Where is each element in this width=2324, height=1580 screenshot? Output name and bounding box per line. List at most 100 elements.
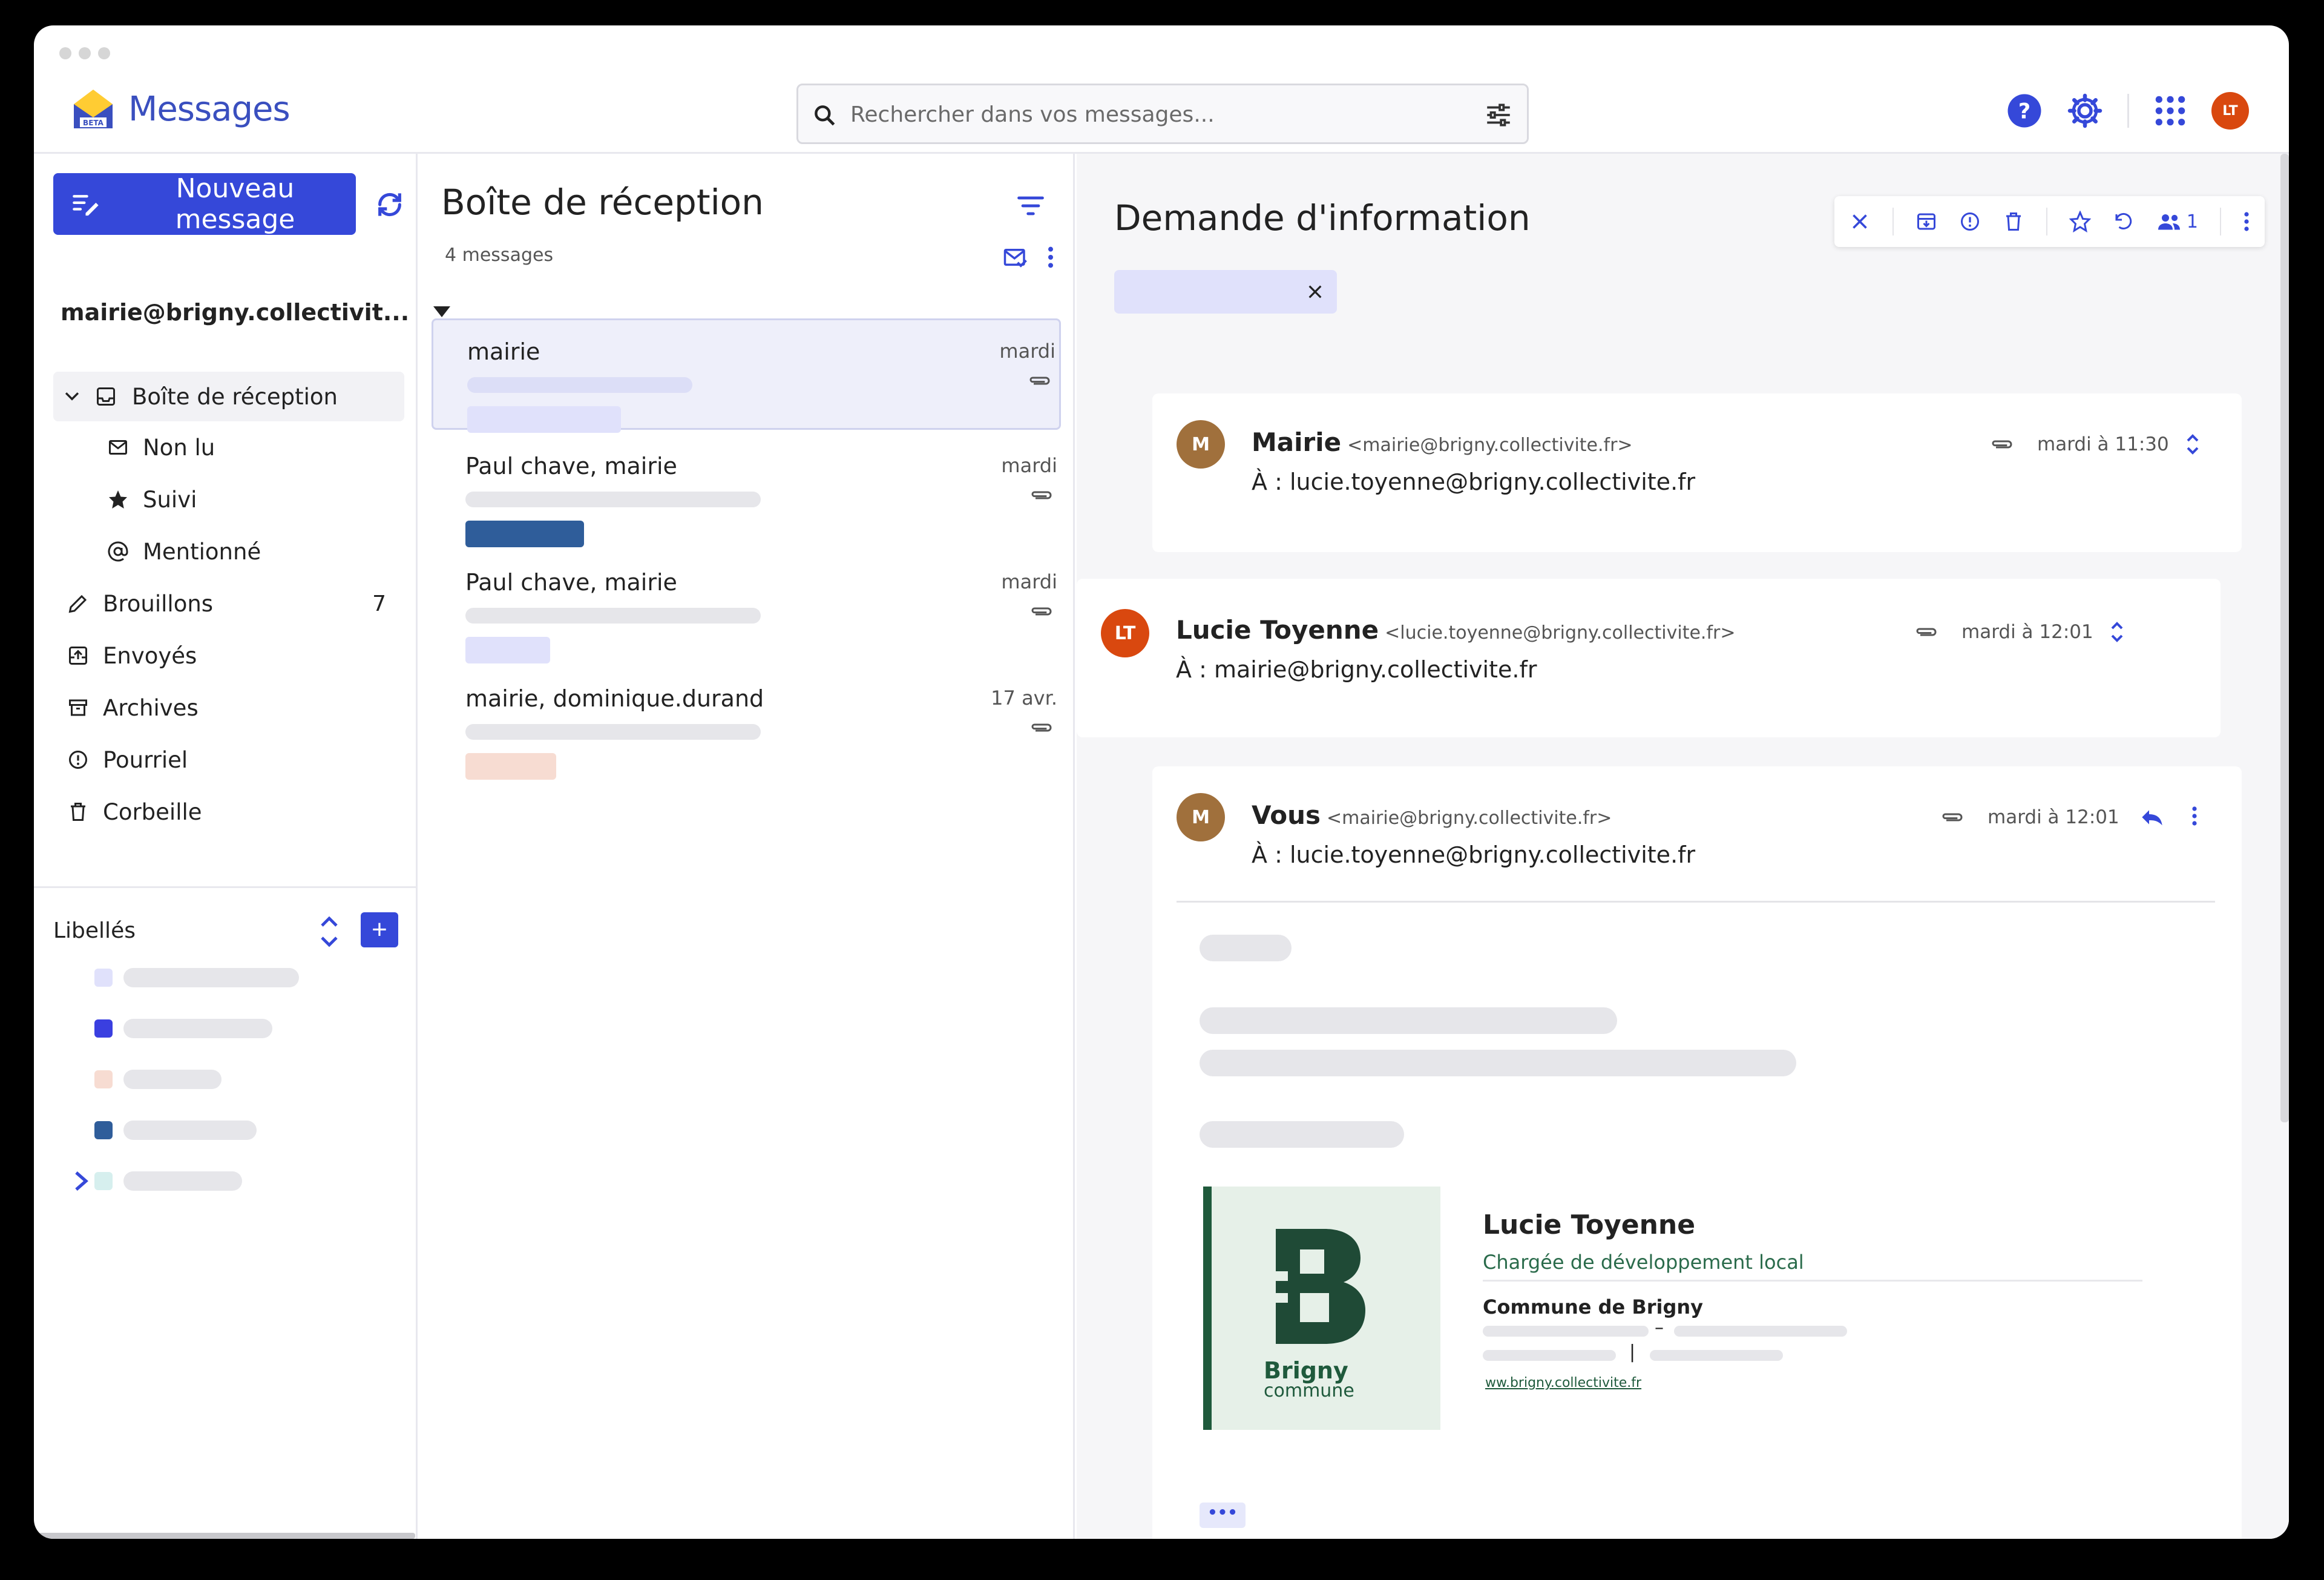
mark-read-icon[interactable]: [1003, 245, 1028, 270]
signature-org: Commune de Brigny: [1483, 1295, 1703, 1318]
app-window: BETA Messages ? LT Nouveau message mairi…: [34, 25, 2289, 1539]
divider: [1177, 901, 2215, 903]
sidebar-item-label: Non lu: [143, 434, 215, 461]
account-selector[interactable]: mairie@brigny.collectivit...: [61, 299, 451, 326]
more-vertical-icon[interactable]: [2243, 211, 2250, 232]
chevron-right-icon[interactable]: [70, 1169, 92, 1193]
thread-message-expanded: M Vous <mairie@brigny.collectivite.fr> À …: [1152, 766, 2242, 1539]
close-icon[interactable]: [1849, 211, 1871, 232]
help-icon[interactable]: ?: [2006, 93, 2043, 129]
archive-icon[interactable]: [1915, 211, 1937, 232]
sidebar-item-label: Corbeille: [103, 798, 202, 825]
thread-label-chip[interactable]: [1114, 270, 1337, 314]
expand-icon[interactable]: [2184, 431, 2202, 458]
sidebar-item-followed[interactable]: Suivi: [53, 473, 404, 525]
message-count: 4 messages: [445, 245, 554, 266]
signature-role: Chargée de développement local: [1483, 1251, 1804, 1274]
message-preview-placeholder: [465, 724, 761, 740]
header-actions: ? LT: [2006, 92, 2249, 130]
sidebar-item-mentioned[interactable]: Mentionné: [53, 525, 404, 578]
label-item[interactable]: [94, 967, 299, 989]
signature-separator: |: [1629, 1341, 1636, 1363]
thread-message-card[interactable]: LT Lucie Toyenne <lucie.toyenne@brigny.co…: [1077, 579, 2221, 737]
sidebar-item-archives[interactable]: Archives: [53, 682, 404, 734]
apps-grid-icon[interactable]: [2153, 94, 2187, 128]
trash-icon: [64, 801, 92, 823]
label-name-placeholder: [123, 968, 299, 987]
recipient-line: À : lucie.toyenne@brigny.collectivite.fr: [1252, 841, 1695, 868]
message-preview-placeholder: [465, 608, 761, 624]
sidebar-item-unread[interactable]: Non lu: [53, 421, 404, 473]
message-date: 17 avr.: [991, 686, 1057, 709]
folder-nav: Boîte de réception Non lu Suivi Mentionn…: [53, 372, 404, 838]
mark-unread-icon[interactable]: [2113, 211, 2135, 232]
label-color-swatch: [94, 1070, 113, 1088]
search-bar[interactable]: [796, 84, 1529, 144]
refresh-icon[interactable]: [373, 188, 407, 222]
label-item[interactable]: [94, 1018, 272, 1039]
label-name-placeholder: [123, 1121, 257, 1140]
label-item[interactable]: [94, 1119, 257, 1141]
message-label-tag: [465, 637, 550, 663]
reply-icon[interactable]: [2140, 806, 2164, 828]
chevron-down-icon[interactable]: [62, 386, 82, 407]
signature-name: Lucie Toyenne: [1483, 1210, 1696, 1240]
label-color-swatch: [94, 1172, 113, 1190]
label-name-placeholder: [123, 1070, 222, 1089]
new-message-button[interactable]: Nouveau message: [53, 173, 356, 235]
attachment-icon: [1031, 723, 1052, 732]
sender-name: Lucie Toyenne: [1176, 615, 1379, 645]
sidebar-item-trash[interactable]: Corbeille: [53, 786, 404, 838]
sidebar-scrollbar[interactable]: [34, 1533, 415, 1539]
search-filters-icon[interactable]: [1483, 100, 1514, 130]
sidebar-item-label: Envoyés: [103, 642, 197, 669]
more-vertical-icon[interactable]: [2191, 805, 2198, 827]
pencil-icon: [64, 593, 92, 614]
message-row[interactable]: Paul chave, mairie mardi: [432, 551, 1061, 663]
add-label-button[interactable]: +: [361, 912, 398, 947]
sender-address: <mairie@brigny.collectivite.fr>: [1347, 435, 1633, 456]
label-item[interactable]: [94, 1068, 222, 1090]
attachment-icon: [1031, 607, 1052, 616]
signature-phone-placeholder: [1483, 1350, 1616, 1361]
trash-icon[interactable]: [2003, 211, 2024, 232]
star-outline-icon[interactable]: [2069, 211, 2091, 232]
spam-icon: [64, 749, 92, 771]
reading-pane-scrollbar[interactable]: [2280, 154, 2289, 1122]
participants-button[interactable]: 1: [2156, 211, 2198, 232]
app-title: Messages: [128, 89, 290, 129]
sidebar-item-label: Brouillons: [103, 590, 214, 617]
sort-arrows-icon[interactable]: [317, 913, 341, 950]
spam-icon[interactable]: [1959, 211, 1981, 232]
close-icon[interactable]: [1305, 282, 1325, 301]
sidebar-item-sent[interactable]: Envoyés: [53, 630, 404, 682]
app-logo[interactable]: BETA Messages: [70, 86, 290, 132]
search-input[interactable]: [850, 97, 1431, 131]
sender-avatar: LT: [1101, 609, 1149, 657]
label-item[interactable]: [94, 1170, 242, 1192]
show-quoted-button[interactable]: •••: [1200, 1503, 1246, 1528]
more-vertical-icon[interactable]: [1046, 245, 1055, 269]
attachment-icon: [1031, 491, 1052, 499]
to-label: À :: [1176, 656, 1207, 683]
message-row[interactable]: mairie mardi: [432, 318, 1061, 433]
body-text-placeholder: [1200, 1007, 1617, 1034]
message-row[interactable]: Paul chave, mairie mardi: [432, 435, 1061, 547]
sidebar-item-label: Pourriel: [103, 746, 188, 773]
user-avatar[interactable]: LT: [2211, 92, 2249, 130]
sidebar-item-spam[interactable]: Pourriel: [53, 734, 404, 786]
recipient-line: À : lucie.toyenne@brigny.collectivite.fr: [1252, 469, 1695, 495]
sender-address: <mairie@brigny.collectivite.fr>: [1326, 808, 1612, 829]
expand-icon[interactable]: [2108, 619, 2126, 645]
list-actions: [1003, 245, 1055, 270]
list-title: Boîte de réception: [441, 182, 764, 223]
reading-pane: Demande d'information 1 M Mairie <mairie@…: [1077, 154, 2289, 1539]
label-name-placeholder: [123, 1171, 242, 1191]
thread-message-card[interactable]: M Mairie <mairie@brigny.collectivite.fr> …: [1152, 393, 2242, 552]
sidebar-item-drafts[interactable]: Brouillons 7: [53, 578, 404, 630]
settings-gear-icon[interactable]: [2067, 93, 2103, 129]
signature-website-link[interactable]: ww.brigny.collectivite.fr: [1485, 1375, 1641, 1391]
filter-icon[interactable]: [1015, 190, 1046, 222]
sidebar-item-inbox[interactable]: Boîte de réception: [53, 372, 404, 421]
message-row[interactable]: mairie, dominique.durand 17 avr.: [432, 667, 1061, 780]
